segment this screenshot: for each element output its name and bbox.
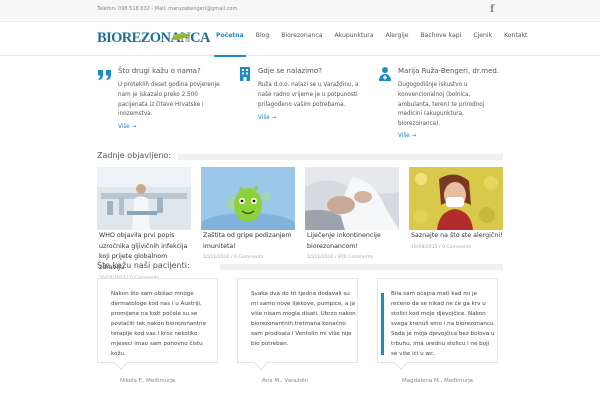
site-logo[interactable]: BIOREZONANCA xyxy=(97,28,210,50)
feature-title: Marija Ruža-Bengeri, dr.med. xyxy=(398,67,500,75)
testimonial-text: Svaka dva do tri tjedna dodavali su mi s… xyxy=(251,291,356,347)
nav-item-biorezonanca[interactable]: Biorezonanca xyxy=(275,22,328,56)
feature-text: Ruža d.o.o. nalazi se u Varaždinu, a naš… xyxy=(258,82,359,108)
feature-text: Dugogodišnje iskustvo u konvencionalnoj … xyxy=(398,82,485,128)
post-title[interactable]: Zaštita od gripe podizanjem imuniteta! 1… xyxy=(203,231,295,264)
main-nav: Početna Blog Biorezonanca Akupunktura Al… xyxy=(210,22,533,57)
facebook-icon[interactable]: f xyxy=(490,4,494,15)
testimonial-author: Magdalena M., Međimurje xyxy=(402,378,474,384)
testimonial-text: Bila sam očajna mati kad mi je rečeno da… xyxy=(391,291,496,357)
testimonials-title: Što kažu naši pacijenti: xyxy=(97,261,190,270)
nav-item-kontakt[interactable]: Kontakt xyxy=(498,22,533,56)
more-link[interactable]: Više → xyxy=(398,133,416,139)
post-title[interactable]: Liječenje inkontinencije biorezonancom! … xyxy=(307,231,399,264)
more-link[interactable]: Više → xyxy=(118,124,136,130)
testimonial-card: Nakon što sam obišao mnoge dermatologe k… xyxy=(97,278,218,371)
post-thumbnail[interactable] xyxy=(409,167,503,230)
post-thumbnail[interactable] xyxy=(97,167,191,230)
recent-posts-title: Zadnje objavljeno: xyxy=(97,151,172,160)
section-divider xyxy=(220,264,503,270)
post-title[interactable]: Saznajte na što ste alergični! 19/08/201… xyxy=(411,231,503,253)
top-bar: Telefon: 098 518 832 - Mail: maruzabenge… xyxy=(0,0,600,22)
post-title[interactable]: WHO objavila prvi popis uzročnika gljivi… xyxy=(99,231,191,285)
testimonial-card: Svaka dva do tri tjedna dodavali su mi s… xyxy=(237,278,358,371)
post-thumbnail[interactable] xyxy=(305,167,399,230)
feature-title: Gdje se nalazimo? xyxy=(258,67,322,75)
quote-icon xyxy=(98,70,111,80)
post-thumbnail[interactable] xyxy=(201,167,295,230)
speech-arrow xyxy=(253,355,269,371)
post-meta: 10/11/2016 / 870 Comments xyxy=(307,255,374,260)
post-meta: 19/08/2015 / 0 Comments xyxy=(411,244,472,250)
leaf-logo-icon xyxy=(171,33,191,42)
contact-info: Telefon: 098 518 832 - Mail: maruzabenge… xyxy=(97,6,238,12)
nav-item-akupunktura[interactable]: Akupunktura xyxy=(328,22,379,56)
site-header: BIOREZONANCA Početna Blog Biorezonanca A… xyxy=(0,22,600,57)
more-link[interactable]: Više → xyxy=(258,115,276,121)
nav-item-bachove-kapi[interactable]: Bachove kapi xyxy=(414,22,467,56)
nav-item-pocetna[interactable]: Početna xyxy=(210,22,250,57)
accent-bar xyxy=(381,293,384,355)
nav-item-cjenik[interactable]: Cjenik xyxy=(467,22,498,56)
testimonial-author: Ana M., Varaždin xyxy=(262,378,309,384)
doctor-icon xyxy=(379,67,391,81)
nav-item-alergije[interactable]: Alergije xyxy=(379,22,414,56)
testimonial-text: Nakon što sam obišao mnoge dermatologe k… xyxy=(111,291,207,357)
feature-title: Što drugi kažu o nama? xyxy=(118,67,201,75)
testimonial-card: Bila sam očajna mati kad mi je rečeno da… xyxy=(377,278,498,371)
testimonial-author: Nikola F., Međimurje xyxy=(120,378,176,384)
nav-item-blog[interactable]: Blog xyxy=(250,22,275,56)
section-divider xyxy=(178,154,503,160)
feature-text: U proteklih deset godina povjerenje nam … xyxy=(118,82,220,118)
logo-text: BIOREZONANCA xyxy=(97,30,210,46)
building-icon xyxy=(240,67,250,81)
post-meta: 10/11/2016 / 0 Comments xyxy=(203,255,264,260)
